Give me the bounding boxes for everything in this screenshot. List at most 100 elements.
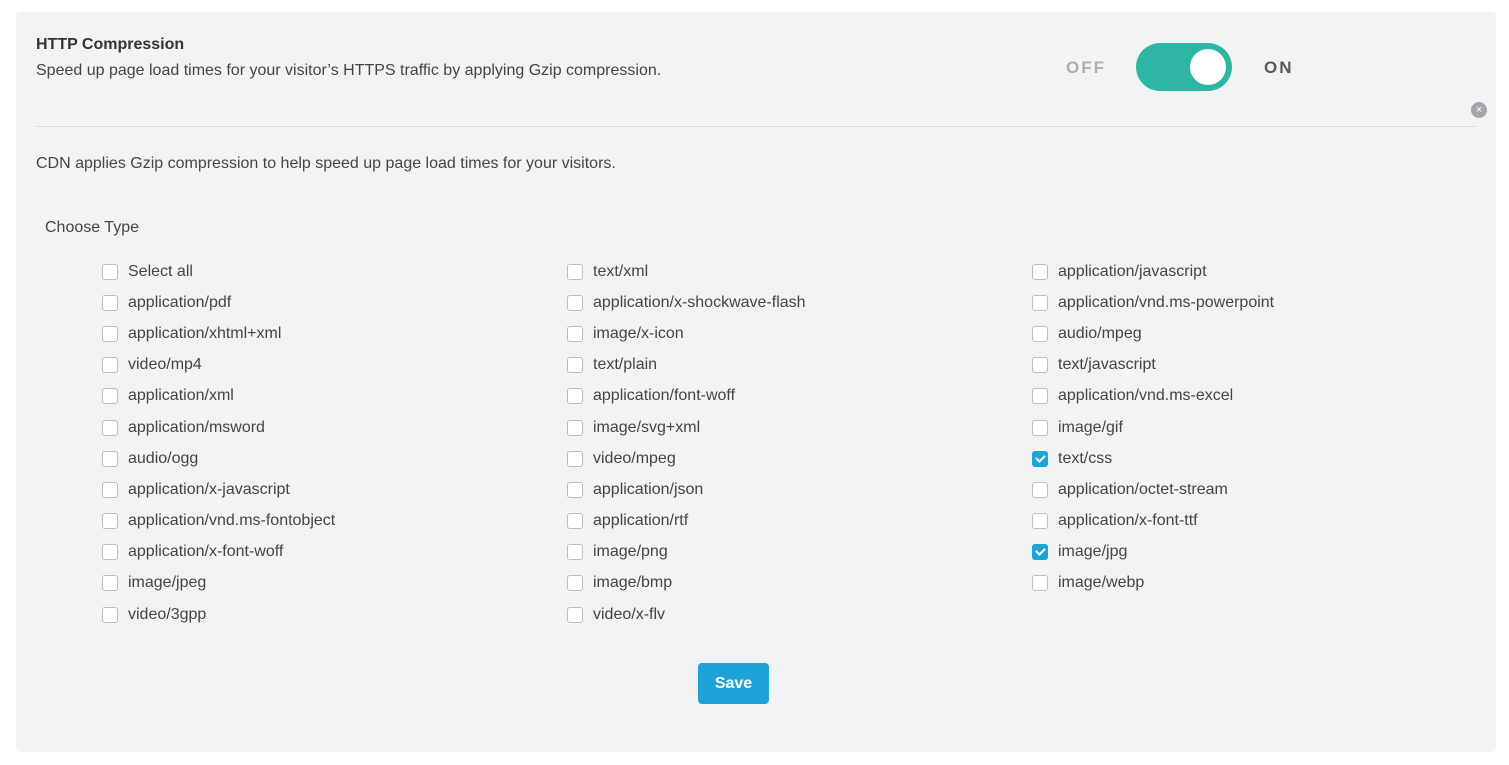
checkbox-option[interactable]: application/x-shockwave-flash: [567, 287, 806, 318]
checkbox[interactable]: [102, 325, 118, 342]
checkbox-label: text/javascript: [1058, 356, 1156, 374]
checkbox[interactable]: [102, 388, 118, 405]
checkbox-option[interactable]: text/plain: [567, 350, 806, 381]
checkbox-option[interactable]: image/jpg: [1032, 537, 1274, 568]
checkbox-label: Select all: [128, 262, 193, 280]
checkbox-option[interactable]: application/font-woff: [567, 381, 806, 412]
checkbox[interactable]: [102, 419, 118, 436]
checkbox-option[interactable]: audio/ogg: [102, 443, 335, 474]
checkbox[interactable]: [102, 513, 118, 530]
checkbox-label: video/x-flv: [593, 605, 666, 623]
checkbox[interactable]: [1032, 419, 1048, 436]
checkbox-label: image/svg+xml: [593, 418, 701, 436]
checkbox-label: audio/ogg: [128, 449, 199, 467]
checkbox[interactable]: [102, 544, 118, 561]
checkbox[interactable]: [1032, 544, 1048, 561]
checkbox[interactable]: [567, 606, 583, 623]
checkbox-option[interactable]: application/x-font-woff: [102, 537, 335, 568]
checkbox-option[interactable]: image/svg+xml: [567, 412, 806, 443]
checkbox-option[interactable]: image/gif: [1032, 412, 1274, 443]
checkbox[interactable]: [102, 450, 118, 467]
checkbox-label: application/vnd.ms-powerpoint: [1058, 293, 1275, 311]
checkbox[interactable]: [567, 481, 583, 498]
checkbox[interactable]: [102, 357, 118, 374]
checkbox-option[interactable]: application/javascript: [1032, 256, 1274, 287]
checkbox-option[interactable]: application/x-font-ttf: [1032, 506, 1274, 537]
checkbox-option[interactable]: image/png: [567, 537, 806, 568]
checkbox-label: text/css: [1058, 449, 1113, 467]
checkbox-option[interactable]: Select all: [102, 256, 335, 287]
checkbox-option[interactable]: text/css: [1032, 443, 1274, 474]
checkbox-option[interactable]: video/mpeg: [567, 443, 806, 474]
checkbox[interactable]: [102, 294, 118, 311]
checkbox[interactable]: [102, 575, 118, 592]
checkbox-option[interactable]: application/vnd.ms-excel: [1032, 381, 1274, 412]
checkbox-label: image/jpeg: [128, 574, 207, 592]
checkbox[interactable]: [1032, 357, 1048, 374]
checkbox-option[interactable]: image/jpeg: [102, 568, 335, 599]
checkbox-option[interactable]: application/xml: [102, 381, 335, 412]
checkbox-option[interactable]: application/msword: [102, 412, 335, 443]
checkbox[interactable]: [102, 263, 118, 280]
checkbox-option[interactable]: video/mp4: [102, 350, 335, 381]
checkbox[interactable]: [1032, 575, 1048, 592]
checkbox-label: application/pdf: [128, 293, 232, 311]
checkbox-label: application/xml: [128, 387, 234, 405]
toggle-off-label: OFF: [1066, 58, 1106, 77]
toggle-on-label: ON: [1264, 58, 1294, 77]
checkbox-option[interactable]: audio/mpeg: [1032, 318, 1274, 349]
checkbox-label: application/font-woff: [593, 387, 736, 405]
checkbox-label: image/webp: [1058, 574, 1145, 592]
checkbox-label: text/xml: [593, 262, 649, 280]
checkbox[interactable]: [567, 388, 583, 405]
checkbox-option[interactable]: application/x-javascript: [102, 474, 335, 505]
checkbox[interactable]: [1032, 513, 1048, 530]
divider: [36, 126, 1476, 127]
checkbox[interactable]: [567, 263, 583, 280]
type-column-1: Select all application/pdf application/x…: [102, 256, 335, 630]
checkbox[interactable]: [567, 575, 583, 592]
toggle-knob: [1190, 49, 1226, 85]
checkbox[interactable]: [567, 513, 583, 530]
checkbox[interactable]: [1032, 325, 1048, 342]
checkbox-label: text/plain: [593, 356, 658, 374]
checkbox[interactable]: [102, 606, 118, 623]
checkbox[interactable]: [1032, 294, 1048, 311]
checkbox[interactable]: [102, 481, 118, 498]
checkbox[interactable]: [1032, 481, 1048, 498]
checkbox[interactable]: [567, 357, 583, 374]
checkbox[interactable]: [567, 294, 583, 311]
save-button[interactable]: Save: [698, 663, 769, 704]
page-description: Speed up page load times for your visito…: [36, 62, 662, 79]
checkbox-option[interactable]: application/xhtml+xml: [102, 318, 335, 349]
type-column-2: text/xml application/x-shockwave-flash i…: [567, 256, 806, 630]
checkbox[interactable]: [567, 419, 583, 436]
checkbox[interactable]: [567, 544, 583, 561]
checkbox-option[interactable]: image/bmp: [567, 568, 806, 599]
checkbox-option[interactable]: image/webp: [1032, 568, 1274, 599]
checkbox[interactable]: [567, 450, 583, 467]
type-column-3: application/javascript application/vnd.m…: [1032, 256, 1274, 599]
close-icon[interactable]: ×: [1471, 102, 1487, 118]
checkbox-option[interactable]: application/vnd.ms-fontobject: [102, 506, 335, 537]
checkbox-option[interactable]: application/rtf: [567, 506, 806, 537]
compression-toggle[interactable]: [1136, 43, 1232, 91]
checkbox-label: image/png: [593, 543, 668, 561]
checkbox[interactable]: [1032, 450, 1048, 467]
checkbox-label: video/mp4: [128, 356, 202, 374]
checkbox[interactable]: [1032, 263, 1048, 280]
checkbox-option[interactable]: text/javascript: [1032, 350, 1274, 381]
checkbox-option[interactable]: video/x-flv: [567, 599, 806, 630]
checkbox-option[interactable]: application/json: [567, 474, 806, 505]
checkbox-option[interactable]: text/xml: [567, 256, 806, 287]
checkbox-option[interactable]: application/pdf: [102, 287, 335, 318]
checkbox-label: application/vnd.ms-fontobject: [128, 512, 336, 530]
checkbox[interactable]: [1032, 388, 1048, 405]
checkbox-label: application/msword: [128, 418, 265, 436]
checkbox-option[interactable]: video/3gpp: [102, 599, 335, 630]
checkbox[interactable]: [567, 325, 583, 342]
checkbox-option[interactable]: image/x-icon: [567, 318, 806, 349]
checkbox-option[interactable]: application/octet-stream: [1032, 474, 1274, 505]
checkbox-label: application/x-shockwave-flash: [593, 293, 806, 311]
checkbox-option[interactable]: application/vnd.ms-powerpoint: [1032, 287, 1274, 318]
